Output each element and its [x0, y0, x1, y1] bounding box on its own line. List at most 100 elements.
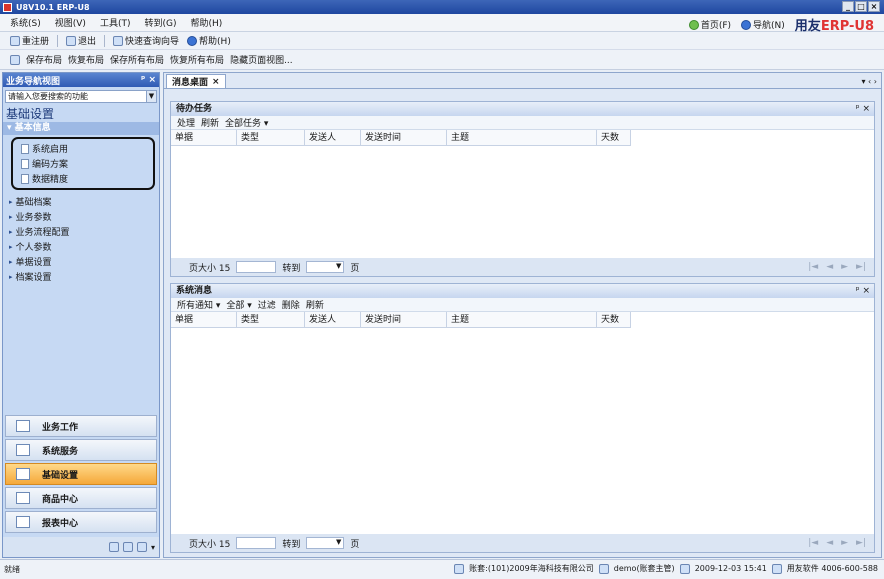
filter-button[interactable]: 过滤	[258, 298, 276, 311]
restore-all-layout-button[interactable]: 恢复所有布局	[170, 53, 224, 66]
nav-item-code-scheme[interactable]: 编码方案	[15, 156, 151, 171]
toolbar-layout: 保存布局 恢复布局 保存所有布局 恢复所有布局 隐藏页面视图...	[0, 50, 884, 70]
relogin-button[interactable]: 重注册	[10, 34, 49, 47]
refresh-button[interactable]: 刷新	[201, 116, 219, 129]
report-icon	[16, 516, 30, 528]
window-title: U8V10.1 ERP-U8	[16, 2, 90, 12]
column-header[interactable]: 发送人	[305, 312, 361, 327]
prev-page-button[interactable]: ◄	[826, 262, 833, 272]
menu-help[interactable]: 帮助(H)	[190, 16, 222, 29]
nav-button-product-center[interactable]: 商品中心	[5, 487, 157, 509]
panel-header: 系统消息 ᵖ ×	[171, 284, 874, 298]
nav-group-basic-info[interactable]: ▾ 基本信息	[3, 122, 159, 135]
page-size-input[interactable]	[236, 261, 277, 273]
next-page-button[interactable]: ►	[841, 538, 848, 548]
exit-button[interactable]: 退出	[66, 34, 96, 47]
nav-link[interactable]: 导航(N)	[741, 18, 785, 31]
tab-controls[interactable]: ▾ ‹ ›	[862, 77, 878, 86]
nav-search-select[interactable]: 请输入您要搜索的功能 ▼	[5, 90, 157, 103]
nav-button-basic-settings[interactable]: 基础设置	[5, 463, 157, 485]
page-select[interactable]: ▼	[306, 261, 345, 273]
column-header[interactable]: 发送时间	[361, 312, 447, 327]
tab-close-icon[interactable]: ×	[212, 77, 220, 87]
page-size-input[interactable]	[236, 537, 277, 549]
small-icon[interactable]	[136, 542, 147, 552]
nav-panel: 业务导航视图 ᵖ × 请输入您要搜索的功能 ▼ 基础设置 ▾ 基本信息 系统启用…	[2, 72, 160, 558]
close-button[interactable]: ×	[868, 1, 880, 12]
column-header[interactable]: 主题	[447, 312, 597, 327]
nav-title: 基础设置	[6, 107, 55, 121]
home-link[interactable]: 首页(F)	[688, 18, 731, 31]
column-header[interactable]: 天数	[597, 312, 631, 327]
help-button[interactable]: 帮助(H)	[187, 34, 231, 47]
account-icon	[454, 563, 465, 574]
nav-item-data-precision[interactable]: 数据精度	[15, 171, 151, 186]
column-header[interactable]: 主题	[447, 130, 597, 145]
column-header[interactable]: 单据	[171, 130, 237, 145]
all-tasks-dropdown[interactable]: 全部任务 ▾	[225, 116, 268, 129]
delete-button[interactable]: 删除	[282, 298, 300, 311]
divider	[57, 34, 59, 47]
chevron-down-icon[interactable]: ▾	[151, 543, 155, 552]
first-page-button[interactable]: |◄	[808, 262, 818, 272]
table-header: 单据 类型 发送人 发送时间 主题 天数	[171, 312, 631, 328]
menu-goto[interactable]: 转到(G)	[144, 16, 176, 29]
column-header[interactable]: 发送时间	[361, 130, 447, 145]
column-header[interactable]: 类型	[237, 312, 305, 327]
status-right: 账套:(101)2009年海科技有限公司 demo(账套主管) 2009-12-…	[454, 563, 878, 574]
tab-bar: 消息桌面 ×	[164, 73, 881, 89]
save-all-layout-button[interactable]: 保存所有布局	[110, 53, 164, 66]
all-notices-dropdown[interactable]: 所有通知 ▾	[177, 298, 220, 311]
column-header[interactable]: 天数	[597, 130, 631, 145]
chevron-down-icon[interactable]: ▼	[146, 91, 156, 102]
panel-close-icon[interactable]: ᵖ ×	[856, 102, 870, 116]
menu-system[interactable]: 系统(S)	[10, 16, 41, 29]
minimize-button[interactable]: _	[842, 1, 854, 12]
column-header[interactable]: 类型	[237, 130, 305, 145]
phone-icon	[771, 563, 782, 574]
panel-toolbar: 处理 刷新 全部任务 ▾	[171, 116, 874, 130]
menu-view[interactable]: 视图(V)	[55, 16, 86, 29]
quick-query-button[interactable]: 快速查询向导	[113, 34, 179, 47]
menu-tools[interactable]: 工具(T)	[100, 16, 131, 29]
next-page-button[interactable]: ►	[841, 262, 848, 272]
nav-button-report-center[interactable]: 报表中心	[5, 511, 157, 533]
all-dropdown[interactable]: 全部 ▾	[226, 298, 251, 311]
hide-view-button[interactable]: 隐藏页面视图...	[230, 53, 293, 66]
restore-layout-button[interactable]: 恢复布局	[68, 53, 104, 66]
nav-tree-item[interactable]: ▸ 业务参数	[3, 209, 159, 224]
process-button[interactable]: 处理	[177, 116, 195, 129]
toolbar-main: 重注册 退出 快速查询向导 帮助(H)	[0, 32, 884, 50]
window-controls: _ □ ×	[842, 1, 880, 12]
page-select[interactable]: ▼	[306, 537, 345, 549]
refresh-button[interactable]: 刷新	[306, 298, 324, 311]
home-icon	[688, 19, 699, 30]
tab-message-desktop[interactable]: 消息桌面 ×	[166, 74, 226, 88]
last-page-button[interactable]: ►|	[856, 262, 866, 272]
nav-button-business[interactable]: 业务工作	[5, 415, 157, 437]
nav-tree-item[interactable]: ▸ 个人参数	[3, 239, 159, 254]
nav-button-system-service[interactable]: 系统服务	[5, 439, 157, 461]
first-page-button[interactable]: |◄	[808, 538, 818, 548]
calendar-icon	[679, 563, 690, 574]
exit-icon	[66, 35, 77, 46]
small-icon[interactable]	[122, 542, 133, 552]
box-icon	[16, 492, 30, 504]
nav-pin-close[interactable]: ᵖ ×	[141, 75, 156, 85]
panel-header: 待办任务 ᵖ ×	[171, 102, 874, 116]
prev-page-button[interactable]: ◄	[826, 538, 833, 548]
column-header[interactable]: 发送人	[305, 130, 361, 145]
status-date: 2009-12-03 15:41	[694, 564, 767, 573]
chart-icon	[16, 420, 30, 432]
nav-tree-item[interactable]: ▸ 业务流程配置	[3, 224, 159, 239]
panel-close-icon[interactable]: ᵖ ×	[856, 284, 870, 298]
last-page-button[interactable]: ►|	[856, 538, 866, 548]
nav-tree-item[interactable]: ▸ 基础档案	[3, 194, 159, 209]
nav-item-system-enable[interactable]: 系统启用	[15, 141, 151, 156]
small-icon[interactable]	[108, 542, 119, 552]
save-layout-button[interactable]: 保存布局	[26, 53, 62, 66]
column-header[interactable]: 单据	[171, 312, 237, 327]
maximize-button[interactable]: □	[855, 1, 867, 12]
nav-tree-item[interactable]: ▸ 单据设置	[3, 254, 159, 269]
nav-tree-item[interactable]: ▸ 档案设置	[3, 269, 159, 284]
